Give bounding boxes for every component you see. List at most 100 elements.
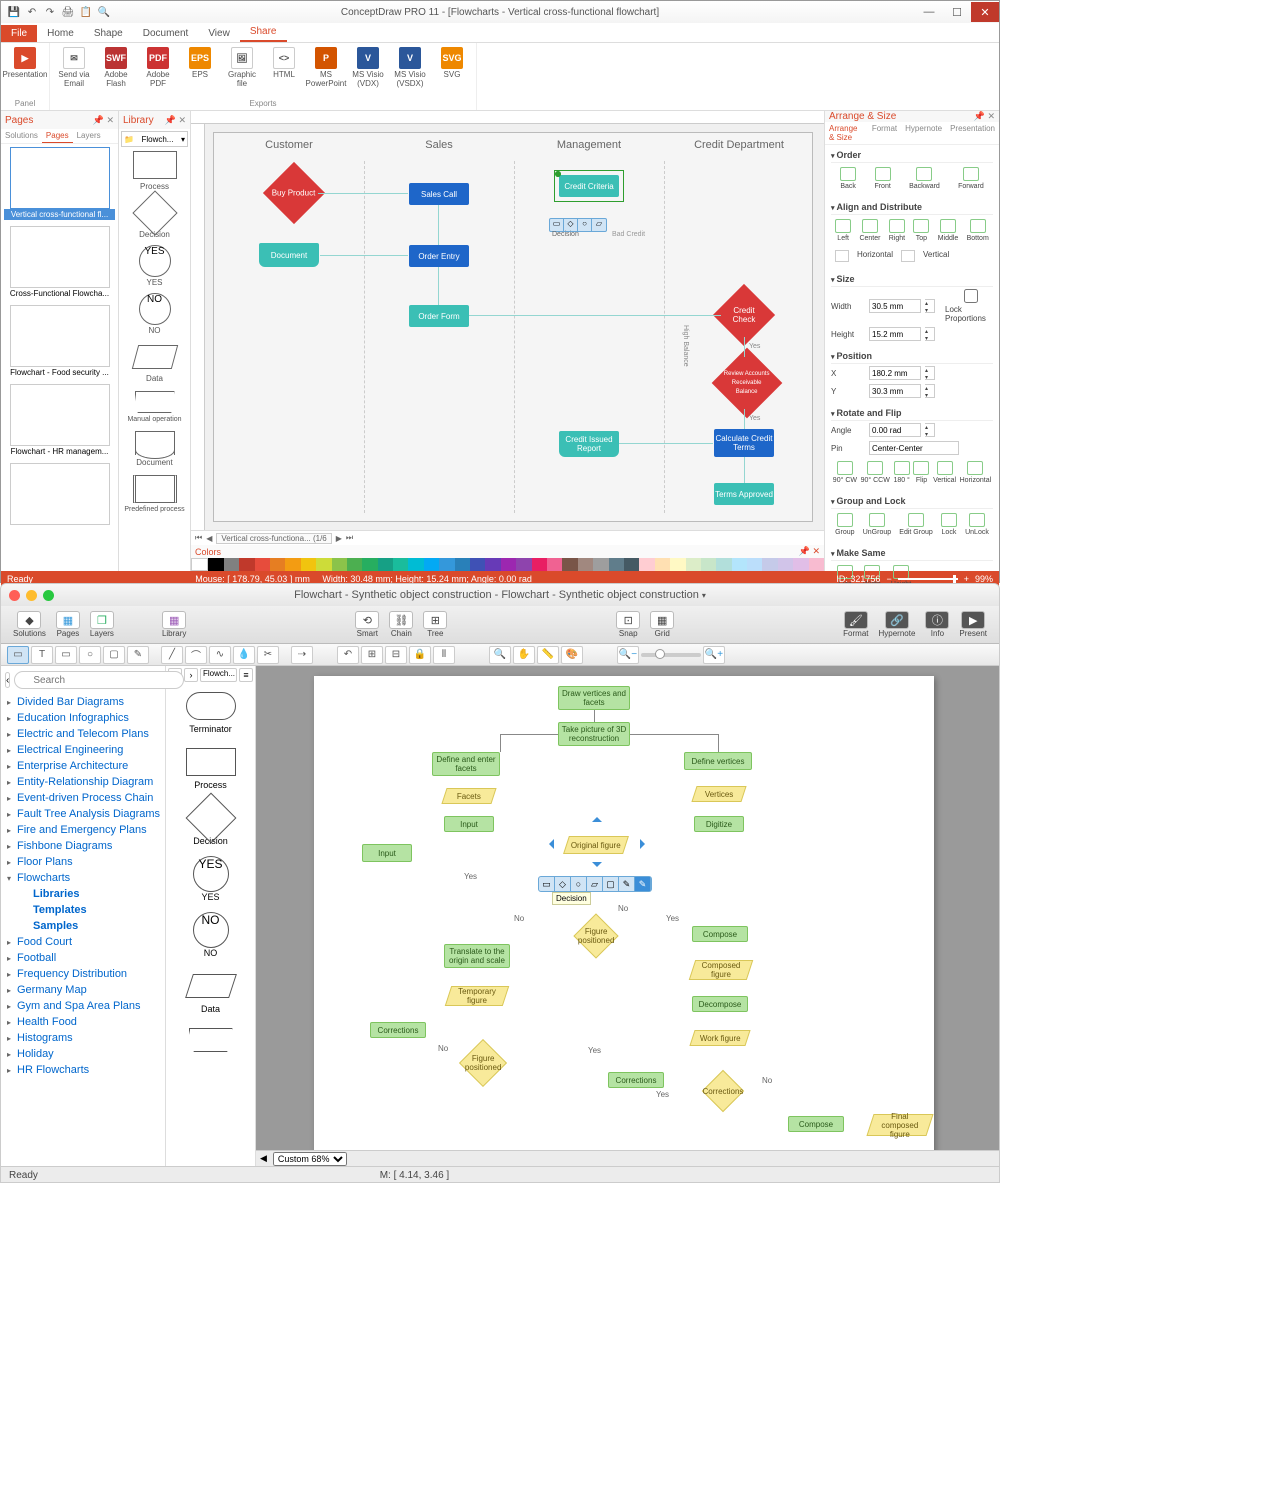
order-back[interactable]: Back: [840, 167, 856, 190]
tree-item[interactable]: Electric and Telecom Plans: [5, 726, 161, 742]
tool-lock[interactable]: 🔒: [409, 646, 431, 664]
tree-item[interactable]: Frequency Distribution: [5, 966, 161, 982]
tree-item[interactable]: Football: [5, 950, 161, 966]
pin-select[interactable]: [869, 441, 959, 455]
mlib-yes[interactable]: YESYES: [170, 856, 251, 912]
solutions-button[interactable]: ◆Solutions: [9, 611, 50, 638]
node-work-fig[interactable]: Work figure: [689, 1030, 750, 1046]
chain-button[interactable]: ⛓Chain: [385, 611, 417, 638]
align-center[interactable]: Center: [859, 219, 880, 242]
page-thumb[interactable]: [1, 460, 118, 530]
format-button[interactable]: 🖌Format: [839, 611, 872, 638]
tree-item[interactable]: Enterprise Architecture: [5, 758, 161, 774]
tab-solutions[interactable]: Solutions: [1, 129, 42, 143]
close-button[interactable]: ✕: [971, 2, 999, 22]
maximize-button[interactable]: ☐: [943, 2, 971, 22]
node-fig-pos2[interactable]: Figure positioned: [459, 1039, 507, 1087]
tree-item[interactable]: Event-driven Process Chain: [5, 790, 161, 806]
lib-yes[interactable]: YESYES: [119, 245, 190, 293]
node-decompose[interactable]: Decompose: [692, 996, 748, 1012]
zoom-select[interactable]: Custom 68%: [273, 1152, 347, 1166]
node-composed[interactable]: Composed figure: [689, 960, 753, 980]
tool-ellipse[interactable]: ○: [79, 646, 101, 664]
mac-sheet[interactable]: Draw vertices and facets Take picture of…: [314, 676, 934, 1156]
tree-item[interactable]: Floor Plans: [5, 854, 161, 870]
library-selector[interactable]: 📁Flowch...▾: [121, 131, 188, 147]
node-facets[interactable]: Facets: [441, 788, 496, 804]
send-email-button[interactable]: ✉Send via Email: [54, 45, 94, 99]
svg-button[interactable]: SVGSVG: [432, 45, 472, 99]
tool-color[interactable]: 🎨: [561, 646, 583, 664]
tree-item[interactable]: Gym and Spa Area Plans: [5, 998, 161, 1014]
shape-sales-call[interactable]: Sales Call: [409, 183, 469, 205]
order-backward[interactable]: Backward: [909, 167, 940, 190]
tool-curve[interactable]: ∿: [209, 646, 231, 664]
page-thumb[interactable]: Cross-Functional Flowcha...: [1, 223, 118, 302]
tool-text[interactable]: T: [31, 646, 53, 664]
rotate-cw[interactable]: 90° CW: [833, 461, 857, 484]
order-front[interactable]: Front: [874, 167, 890, 190]
shape-toolbar[interactable]: ▭◇○▱: [549, 218, 607, 232]
align-middle[interactable]: Middle: [938, 219, 959, 242]
node-digitize[interactable]: Digitize: [694, 816, 744, 832]
tool-line[interactable]: ╱: [161, 646, 183, 664]
tree-item[interactable]: Fishbone Diagrams: [5, 838, 161, 854]
node-compose2[interactable]: Compose: [788, 1116, 844, 1132]
tree-item[interactable]: Food Court: [5, 934, 161, 950]
tree-item[interactable]: Germany Map: [5, 982, 161, 998]
hypernote-button[interactable]: 🔗Hypernote: [875, 611, 920, 638]
mac-canvas[interactable]: Draw vertices and facets Take picture of…: [256, 666, 999, 1166]
node-take-pic[interactable]: Take picture of 3D reconstruction: [558, 722, 630, 746]
tool-connector[interactable]: ⇢: [291, 646, 313, 664]
qat-undo-icon[interactable]: ↶: [25, 5, 39, 19]
shape-toolbar[interactable]: ▭◇○▱▢✎✎: [538, 876, 652, 892]
order-forward[interactable]: Forward: [958, 167, 984, 190]
node-input2[interactable]: Input: [362, 844, 412, 862]
node-original[interactable]: Original figure: [563, 836, 629, 854]
tree-item[interactable]: Education Infographics: [5, 710, 161, 726]
tool-hand[interactable]: ✋: [513, 646, 535, 664]
x-input[interactable]: [869, 366, 921, 380]
shape-calc[interactable]: Calculate Credit Terms: [714, 429, 774, 457]
presentation-button[interactable]: ▶Presentation: [5, 45, 45, 99]
tab-file[interactable]: File: [1, 25, 37, 42]
tree-item[interactable]: Holiday: [5, 1046, 161, 1062]
tool-crop[interactable]: ✂: [257, 646, 279, 664]
shape-order-form[interactable]: Order Form: [409, 305, 469, 327]
color-palette[interactable]: [191, 558, 824, 571]
tree-item[interactable]: Entity-Relationship Diagram: [5, 774, 161, 790]
mlib-trap[interactable]: [170, 1024, 251, 1062]
node-temp-fig[interactable]: Temporary figure: [445, 986, 509, 1006]
doc-nav[interactable]: ◀: [260, 1153, 267, 1164]
tab-pages[interactable]: Pages: [42, 129, 73, 143]
panel-pin-icon[interactable]: 📌 ✕: [799, 546, 820, 557]
tool-rounded[interactable]: ▢: [103, 646, 125, 664]
tab-arrange[interactable]: Arrange & Size: [825, 122, 868, 144]
tool-measure[interactable]: 📏: [537, 646, 559, 664]
zoom-slider[interactable]: [641, 653, 701, 657]
mlib-terminator[interactable]: Terminator: [170, 688, 251, 744]
tab-presentation[interactable]: Presentation: [946, 122, 999, 144]
search-input[interactable]: [14, 671, 184, 689]
tree-item[interactable]: Histograms: [5, 1030, 161, 1046]
handle-e[interactable]: [640, 839, 650, 849]
smart-button[interactable]: ⟲Smart: [351, 611, 383, 638]
mlib-no[interactable]: NONO: [170, 912, 251, 968]
zoom-out[interactable]: 🔍−: [617, 646, 639, 664]
tab-home[interactable]: Home: [37, 25, 84, 42]
library-button[interactable]: ▦Library: [158, 611, 190, 638]
node-corrections3[interactable]: Corrections: [702, 1070, 744, 1112]
layers-button[interactable]: ❐Layers: [86, 611, 118, 638]
rotate-ccw[interactable]: 90° CCW: [861, 461, 890, 484]
drawing-sheet[interactable]: Customer Sales Management Credit Departm…: [213, 132, 813, 522]
lib-next[interactable]: ›: [184, 668, 198, 682]
doc-nav-last[interactable]: ⏭: [346, 533, 353, 543]
height-spinner[interactable]: ▴▾: [925, 327, 935, 341]
grid-button[interactable]: ▦Grid: [646, 611, 678, 638]
search-back[interactable]: ‹: [5, 672, 10, 688]
lock-proportions[interactable]: [945, 289, 997, 303]
tree-item[interactable]: Health Food: [5, 1014, 161, 1030]
node-def-vertices[interactable]: Define vertices: [684, 752, 752, 770]
node-compose[interactable]: Compose: [692, 926, 748, 942]
align-right[interactable]: Right: [889, 219, 905, 242]
